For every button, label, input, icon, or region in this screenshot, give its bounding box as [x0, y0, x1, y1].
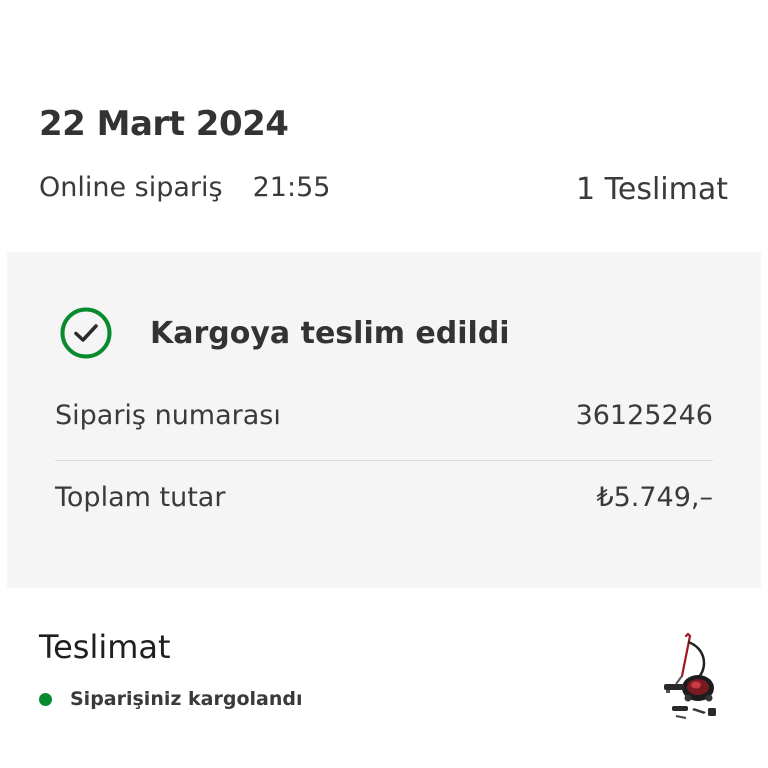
order-channel: Online sipariş — [39, 172, 223, 203]
shipment-status-text: Siparişiniz kargolandı — [70, 688, 303, 710]
order-time: 21:55 — [252, 172, 331, 203]
order-status-card: Kargoya teslim edildi Sipariş numarası 3… — [7, 252, 761, 588]
status-title: Kargoya teslim edildi — [150, 315, 510, 351]
delivery-count: 1 Teslimat — [576, 172, 728, 207]
order-number-row: Sipariş numarası 36125246 — [55, 400, 713, 431]
status-dot-icon — [39, 692, 52, 706]
check-circle-icon — [60, 307, 112, 359]
order-detail-page: 22 Mart 2024 Online sipariş 21:55 1 Tesli… — [0, 0, 768, 768]
divider — [55, 460, 713, 461]
order-meta: Online sipariş 21:55 — [39, 172, 330, 203]
total-label: Toplam tutar — [55, 482, 226, 513]
shipment-status: Siparişiniz kargolandı — [39, 688, 303, 710]
delivery-section-title: Teslimat — [39, 628, 171, 666]
total-row: Toplam tutar ₺5.749,– — [55, 482, 713, 513]
order-date: 22 Mart 2024 — [39, 104, 289, 144]
vacuum-cleaner-thumbnail[interactable] — [646, 632, 722, 724]
order-number-label: Sipariş numarası — [55, 400, 281, 431]
status-row: Kargoya teslim edildi — [60, 307, 510, 359]
order-number-value: 36125246 — [575, 400, 713, 431]
total-value: ₺5.749,– — [596, 482, 713, 513]
